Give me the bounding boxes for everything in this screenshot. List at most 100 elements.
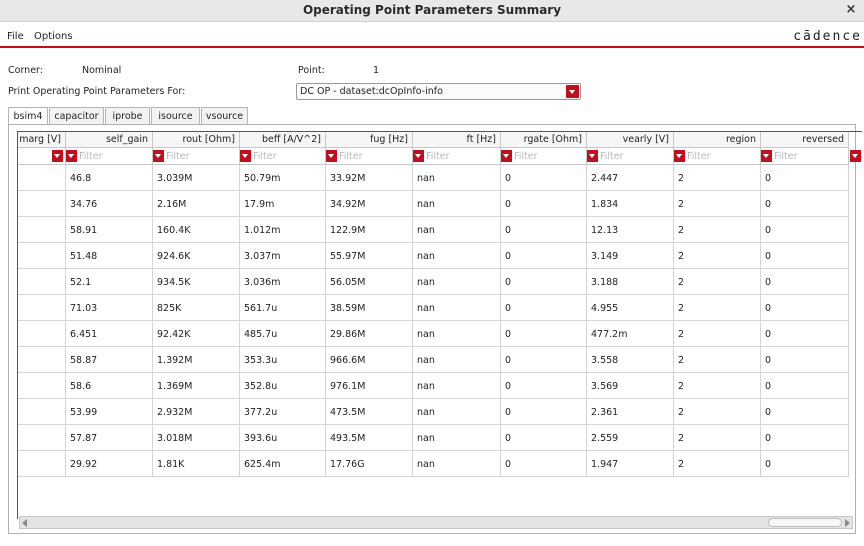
- menu-options[interactable]: Options: [34, 31, 73, 42]
- table-cell-fug-hz[interactable]: 966.6M: [326, 347, 413, 373]
- table-cell-self-gain[interactable]: 58.87: [66, 347, 153, 373]
- table-cell-beff-a-v-2[interactable]: 17.9m: [240, 191, 326, 217]
- table-cell-marg-v[interactable]: [18, 295, 66, 321]
- table-cell-vearly-v[interactable]: 1.834: [587, 191, 674, 217]
- table-cell-rgate-ohm[interactable]: 0: [501, 373, 587, 399]
- table-cell-self-gain[interactable]: 53.99: [66, 399, 153, 425]
- table-cell-self-gain[interactable]: 52.1: [66, 269, 153, 295]
- filter-cell-region[interactable]: Filter: [674, 148, 761, 165]
- table-cell-ft-hz[interactable]: nan: [413, 347, 501, 373]
- params-table[interactable]: marg [V] self_gain Filter rout [Ohm] Filter b…: [17, 131, 862, 519]
- table-cell-rout-ohm[interactable]: 924.6K: [153, 243, 240, 269]
- filter-cell-vearly-v[interactable]: Filter: [587, 148, 674, 165]
- table-cell-vearly-v[interactable]: 2.447: [587, 165, 674, 191]
- filter-cell-reversed[interactable]: Filter: [761, 148, 849, 165]
- table-cell-self-gain[interactable]: 71.03: [66, 295, 153, 321]
- table-cell-marg-v[interactable]: [18, 191, 66, 217]
- table-cell-beff-a-v-2[interactable]: 377.2u: [240, 399, 326, 425]
- table-cell-ft-hz[interactable]: nan: [413, 399, 501, 425]
- table-cell-rgate-ohm[interactable]: 0: [501, 399, 587, 425]
- table-cell-rgate-ohm[interactable]: 0: [501, 191, 587, 217]
- filter-dropdown-icon[interactable]: [501, 150, 512, 162]
- table-cell-self-gain[interactable]: 58.91: [66, 217, 153, 243]
- table-cell-fug-hz[interactable]: 55.97M: [326, 243, 413, 269]
- table-cell-vearly-v[interactable]: 477.2m: [587, 321, 674, 347]
- table-cell-fug-hz[interactable]: 493.5M: [326, 425, 413, 451]
- table-cell-region[interactable]: 2: [674, 191, 761, 217]
- table-cell-reversed[interactable]: 0: [761, 399, 849, 425]
- table-cell-ft-hz[interactable]: nan: [413, 373, 501, 399]
- table-cell-fug-hz[interactable]: 29.86M: [326, 321, 413, 347]
- filter-cell-ft-hz[interactable]: Filter: [413, 148, 501, 165]
- table-cell-fug-hz[interactable]: 34.92M: [326, 191, 413, 217]
- table-cell-reversed[interactable]: 0: [761, 373, 849, 399]
- table-cell-rgate-ohm[interactable]: 0: [501, 269, 587, 295]
- table-cell-fug-hz[interactable]: 122.9M: [326, 217, 413, 243]
- table-cell-ft-hz[interactable]: nan: [413, 295, 501, 321]
- table-cell-rgate-ohm[interactable]: 0: [501, 217, 587, 243]
- table-cell-rout-ohm[interactable]: 3.039M: [153, 165, 240, 191]
- close-icon[interactable]: ×: [844, 2, 858, 18]
- table-cell-region[interactable]: 2: [674, 451, 761, 477]
- filter-cell-marg-v[interactable]: [18, 148, 66, 165]
- tab-vsource[interactable]: vsource: [201, 107, 248, 125]
- table-cell-region[interactable]: 2: [674, 425, 761, 451]
- column-header-ft-hz[interactable]: ft [Hz]: [413, 132, 501, 148]
- column-header-beff-a-v-2[interactable]: beff [A/V^2]: [240, 132, 326, 148]
- table-cell-vearly-v[interactable]: 3.188: [587, 269, 674, 295]
- table-cell-vearly-v[interactable]: 3.149: [587, 243, 674, 269]
- column-header-fug-hz[interactable]: fug [Hz]: [326, 132, 413, 148]
- table-cell-beff-a-v-2[interactable]: 393.6u: [240, 425, 326, 451]
- table-cell-marg-v[interactable]: [18, 399, 66, 425]
- table-cell-region[interactable]: 2: [674, 295, 761, 321]
- table-cell-vearly-v[interactable]: 3.558: [587, 347, 674, 373]
- menu-file[interactable]: File: [7, 31, 24, 42]
- table-cell-reversed[interactable]: 0: [761, 217, 849, 243]
- filter-dropdown-icon[interactable]: [52, 150, 63, 162]
- table-cell-beff-a-v-2[interactable]: 561.7u: [240, 295, 326, 321]
- table-cell-beff-a-v-2[interactable]: 1.012m: [240, 217, 326, 243]
- table-cell-ft-hz[interactable]: nan: [413, 321, 501, 347]
- dataset-select[interactable]: DC OP - dataset:dcOpInfo-info: [296, 83, 581, 100]
- table-cell-region[interactable]: 2: [674, 217, 761, 243]
- filter-dropdown-icon[interactable]: [66, 150, 77, 162]
- table-cell-region[interactable]: 2: [674, 321, 761, 347]
- chevron-down-icon[interactable]: [566, 85, 579, 98]
- filter-dropdown-icon[interactable]: [326, 150, 337, 162]
- table-cell-ft-hz[interactable]: nan: [413, 451, 501, 477]
- table-cell-beff-a-v-2[interactable]: 3.037m: [240, 243, 326, 269]
- table-cell-reversed[interactable]: 0: [761, 191, 849, 217]
- table-cell-region[interactable]: 2: [674, 399, 761, 425]
- table-cell-rgate-ohm[interactable]: 0: [501, 347, 587, 373]
- table-cell-marg-v[interactable]: [18, 347, 66, 373]
- table-cell-fug-hz[interactable]: 473.5M: [326, 399, 413, 425]
- column-header-region[interactable]: region: [674, 132, 761, 148]
- column-header-rout-ohm[interactable]: rout [Ohm]: [153, 132, 240, 148]
- table-cell-rout-ohm[interactable]: 934.5K: [153, 269, 240, 295]
- table-cell-vearly-v[interactable]: 4.955: [587, 295, 674, 321]
- filter-dropdown-icon[interactable]: [240, 150, 251, 162]
- table-cell-rgate-ohm[interactable]: 0: [501, 425, 587, 451]
- filter-dropdown-icon[interactable]: [413, 150, 424, 162]
- table-cell-marg-v[interactable]: [18, 165, 66, 191]
- table-cell-marg-v[interactable]: [18, 451, 66, 477]
- table-cell-reversed[interactable]: 0: [761, 425, 849, 451]
- table-cell-rgate-ohm[interactable]: 0: [501, 165, 587, 191]
- table-cell-rgate-ohm[interactable]: 0: [501, 295, 587, 321]
- tab-isource[interactable]: isource: [151, 107, 200, 125]
- scroll-thumb[interactable]: [768, 518, 842, 527]
- table-cell-self-gain[interactable]: 58.6: [66, 373, 153, 399]
- table-cell-beff-a-v-2[interactable]: 625.4m: [240, 451, 326, 477]
- table-cell-self-gain[interactable]: 51.48: [66, 243, 153, 269]
- filter-dropdown-icon[interactable]: [761, 150, 772, 162]
- table-cell-beff-a-v-2[interactable]: 50.79m: [240, 165, 326, 191]
- filter-cell-rout-ohm[interactable]: Filter: [153, 148, 240, 165]
- table-cell-reversed[interactable]: 0: [761, 165, 849, 191]
- table-cell-vearly-v[interactable]: 1.947: [587, 451, 674, 477]
- table-cell-beff-a-v-2[interactable]: 353.3u: [240, 347, 326, 373]
- table-cell-ft-hz[interactable]: nan: [413, 217, 501, 243]
- filter-dropdown-icon[interactable]: [850, 150, 861, 162]
- table-cell-marg-v[interactable]: [18, 243, 66, 269]
- table-cell-self-gain[interactable]: 57.87: [66, 425, 153, 451]
- table-cell-beff-a-v-2[interactable]: 352.8u: [240, 373, 326, 399]
